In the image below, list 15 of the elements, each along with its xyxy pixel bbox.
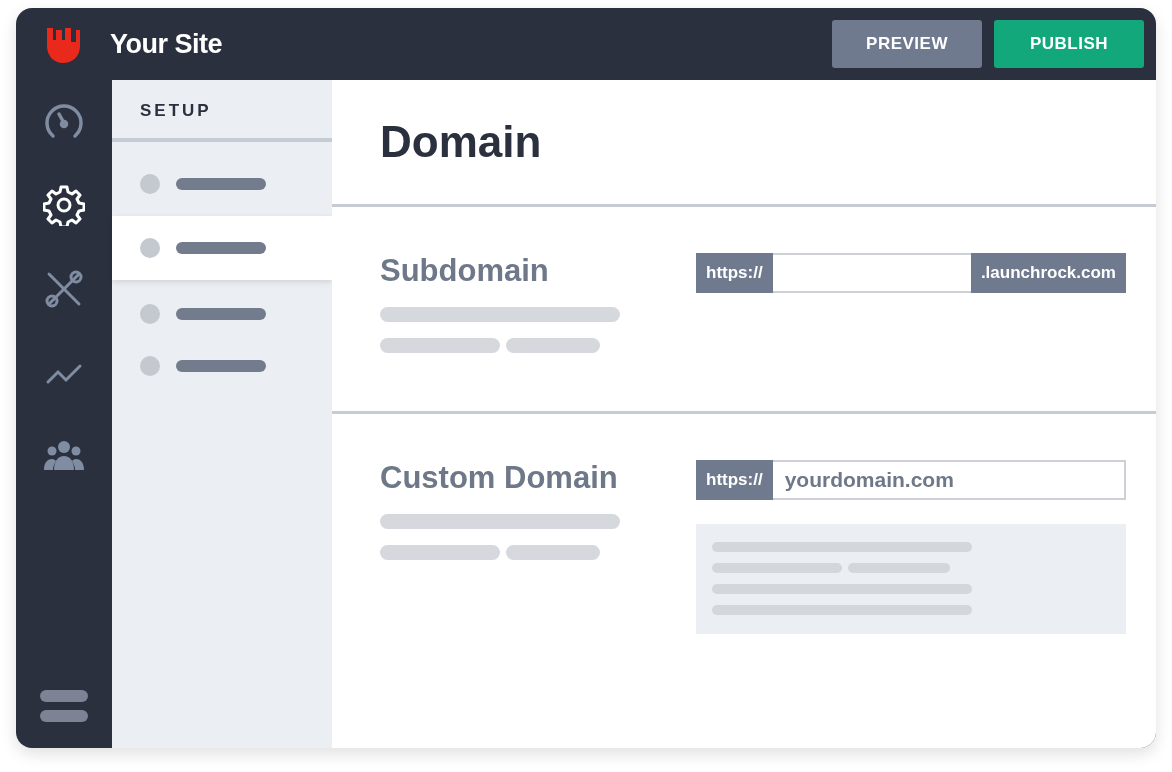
url-suffix: .launchrock.com xyxy=(970,253,1126,293)
url-prefix: https:// xyxy=(696,460,773,500)
publish-button[interactable]: PUBLISH xyxy=(994,20,1144,68)
url-prefix: https:// xyxy=(696,253,773,293)
sidebar-item[interactable] xyxy=(112,216,332,280)
site-name: Your Site xyxy=(110,28,223,60)
tools-icon[interactable] xyxy=(43,268,85,310)
url-input-field[interactable] xyxy=(772,253,971,293)
section-heading: Subdomain xyxy=(380,253,550,289)
page-title: Domain xyxy=(380,117,542,167)
menu-icon[interactable] xyxy=(40,690,88,724)
url-input-field[interactable]: yourdomain.com xyxy=(772,460,1126,500)
preview-button[interactable]: PREVIEW xyxy=(832,20,982,68)
section-heading: Custom Domain xyxy=(380,460,619,496)
settings-icon[interactable] xyxy=(43,184,85,226)
